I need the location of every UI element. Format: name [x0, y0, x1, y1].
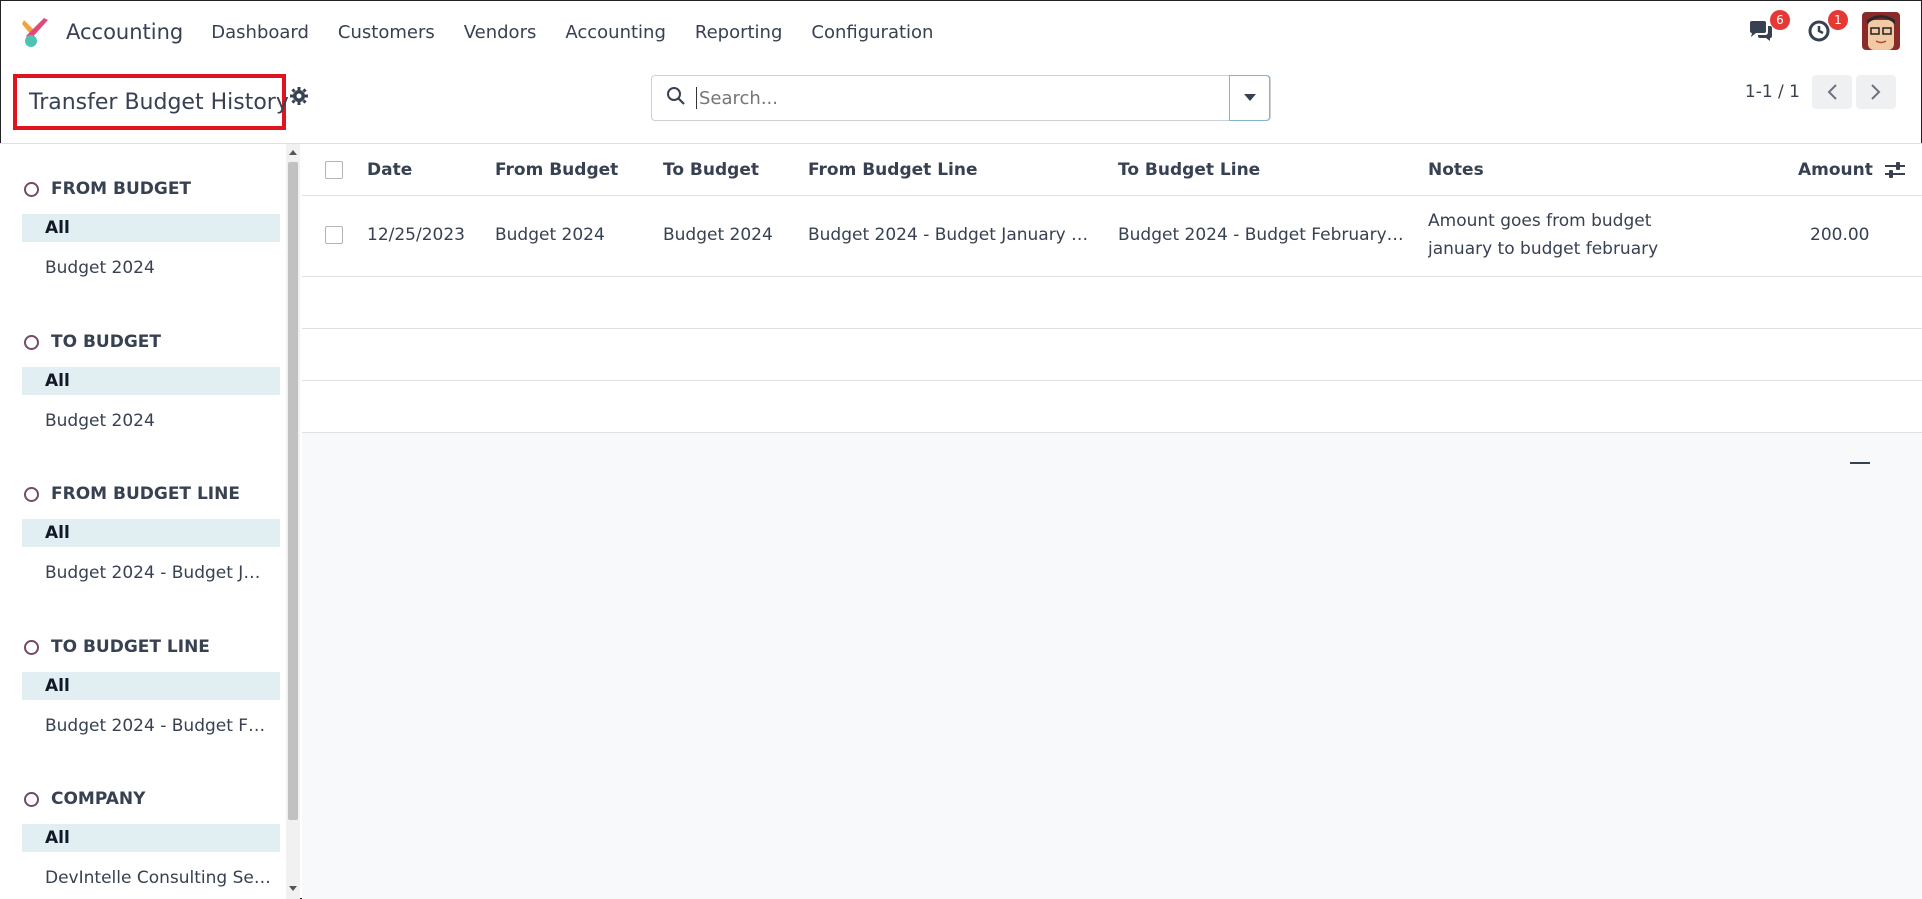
table-header: Date From Budget To Budget From Budget L…	[302, 144, 1922, 196]
circle-icon	[24, 181, 39, 197]
cell-notes-line-1[interactable]: Amount goes from budget	[1428, 211, 1651, 231]
app-name[interactable]: Accounting	[66, 20, 183, 44]
filter-option[interactable]: DevIntelle Consulting Se…	[22, 864, 280, 892]
column-header-from-budget[interactable]: From Budget	[495, 160, 618, 180]
messages-button[interactable]: 6	[1746, 10, 1790, 46]
activities-button[interactable]: 1	[1804, 10, 1848, 46]
menu-vendors[interactable]: Vendors	[464, 22, 537, 43]
messages-badge: 6	[1770, 10, 1790, 30]
menu-accounting[interactable]: Accounting	[565, 22, 666, 43]
user-avatar[interactable]	[1862, 12, 1900, 50]
highlighted-title-box: Transfer Budget History	[13, 74, 289, 130]
filter-heading: FROM BUDGET LINE	[22, 479, 280, 509]
empty-row	[302, 277, 1922, 329]
circle-icon	[24, 334, 39, 350]
filter-option-all[interactable]: All	[22, 519, 280, 547]
page-title[interactable]: Transfer Budget History	[29, 90, 289, 115]
list-view: Date From Budget To Budget From Budget L…	[302, 144, 1922, 899]
minus-icon	[1850, 462, 1870, 464]
cell-notes-line-2[interactable]: january to budget february	[1428, 239, 1658, 259]
filter-option-all[interactable]: All	[22, 672, 280, 700]
filter-option[interactable]: Budget 2024	[22, 407, 280, 435]
filter-heading: TO BUDGET LINE	[22, 632, 280, 662]
menu-customers[interactable]: Customers	[338, 22, 435, 43]
menu-reporting[interactable]: Reporting	[695, 22, 783, 43]
column-header-amount[interactable]: Amount	[1798, 160, 1873, 180]
filter-option[interactable]: Budget 2024	[22, 254, 280, 282]
menu-dashboard[interactable]: Dashboard	[211, 22, 309, 43]
filter-heading-label: FROM BUDGET LINE	[51, 484, 240, 504]
pager-next-button[interactable]	[1856, 75, 1896, 109]
sidebar-scrollbar[interactable]	[286, 144, 300, 899]
filter-heading: COMPANY	[22, 784, 280, 814]
column-header-from-budget-line[interactable]: From Budget Line	[808, 160, 978, 180]
filter-section-company: COMPANY All DevIntelle Consulting Se…	[22, 784, 280, 892]
circle-icon	[24, 486, 39, 502]
filter-heading: FROM BUDGET	[22, 174, 280, 204]
cell-date[interactable]: 12/25/2023	[367, 225, 465, 245]
menu-configuration[interactable]: Configuration	[811, 22, 933, 43]
row-checkbox[interactable]	[325, 226, 343, 244]
app-logo-icon[interactable]	[20, 16, 52, 48]
filter-option-all[interactable]: All	[22, 824, 280, 852]
gear-icon[interactable]	[290, 87, 308, 109]
filter-section-to-budget: TO BUDGET All Budget 2024	[22, 327, 280, 435]
empty-row	[302, 329, 1922, 381]
search-bar	[651, 75, 1271, 121]
chevron-right-icon	[1871, 84, 1881, 100]
scroll-down-icon[interactable]	[289, 886, 297, 892]
circle-icon	[24, 639, 39, 655]
cell-from-budget-line[interactable]: Budget 2024 - Budget January …	[808, 225, 1100, 245]
filter-heading-label: FROM BUDGET	[51, 179, 192, 199]
filter-option[interactable]: Budget 2024 - Budget J…	[22, 559, 280, 587]
column-header-to-budget[interactable]: To Budget	[663, 160, 759, 180]
empty-row	[302, 381, 1922, 433]
optional-columns-icon[interactable]	[1885, 161, 1905, 179]
cell-amount[interactable]: 200.00	[1810, 225, 1869, 245]
filter-heading-label: TO BUDGET LINE	[51, 637, 210, 657]
filter-heading: TO BUDGET	[22, 327, 280, 357]
scrollbar-thumb[interactable]	[288, 162, 298, 820]
filter-section-to-budget-line: TO BUDGET LINE All Budget 2024 - Budget …	[22, 632, 280, 740]
column-header-date[interactable]: Date	[367, 160, 412, 180]
chevron-left-icon	[1827, 84, 1837, 100]
filter-section-from-budget: FROM BUDGET All Budget 2024	[22, 174, 280, 282]
control-panel: Transfer Budget History Search... 1-1 / …	[0, 64, 1922, 144]
table-row[interactable]: 12/25/2023 Budget 2024 Budget 2024 Budge…	[302, 196, 1922, 277]
column-header-notes[interactable]: Notes	[1428, 160, 1484, 180]
scroll-up-icon[interactable]	[289, 149, 297, 155]
pager-value[interactable]: 1-1 / 1	[1745, 82, 1800, 102]
pager-previous-button[interactable]	[1812, 75, 1852, 109]
filter-option[interactable]: Budget 2024 - Budget F…	[22, 712, 280, 740]
filter-heading-label: COMPANY	[51, 789, 146, 809]
cell-from-budget[interactable]: Budget 2024	[495, 225, 605, 245]
filter-section-from-budget-line: FROM BUDGET LINE All Budget 2024 - Budge…	[22, 479, 280, 587]
circle-icon	[24, 791, 39, 807]
select-all-checkbox[interactable]	[325, 161, 343, 179]
caret-down-icon	[1243, 94, 1256, 101]
top-navbar: Accounting Dashboard Customers Vendors A…	[0, 0, 1922, 64]
activities-badge: 1	[1828, 10, 1848, 30]
search-panel-sidebar: FROM BUDGET All Budget 2024 TO BUDGET Al…	[0, 144, 300, 899]
search-input[interactable]	[696, 87, 1216, 109]
search-icon	[666, 86, 686, 110]
search-options-toggle[interactable]	[1229, 75, 1270, 121]
filter-heading-label: TO BUDGET	[51, 332, 162, 352]
filter-option-all[interactable]: All	[22, 367, 280, 395]
cell-to-budget-line[interactable]: Budget 2024 - Budget February…	[1118, 225, 1410, 245]
column-header-to-budget-line[interactable]: To Budget Line	[1118, 160, 1260, 180]
filter-option-all[interactable]: All	[22, 214, 280, 242]
cell-to-budget[interactable]: Budget 2024	[663, 225, 773, 245]
